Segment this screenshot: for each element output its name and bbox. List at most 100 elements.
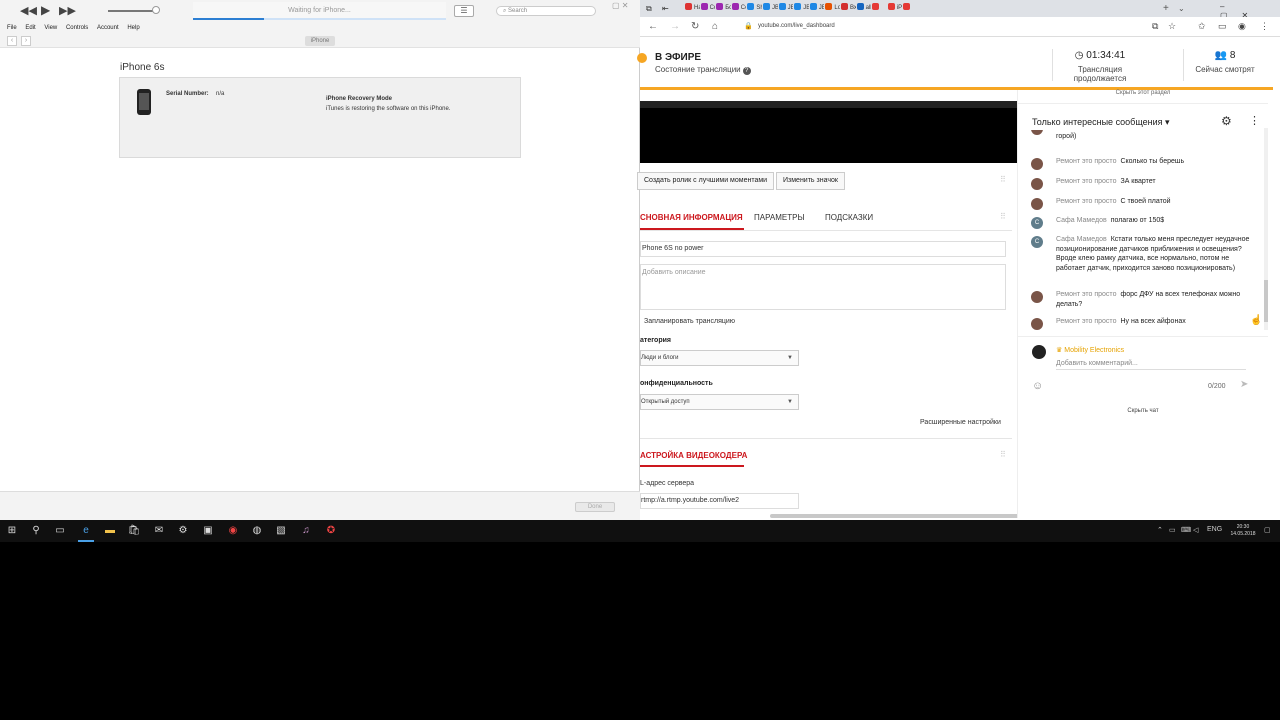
chat-author[interactable]: Ремонт это просто [1056, 178, 1116, 185]
volume-knob[interactable] [152, 6, 160, 14]
menu-file[interactable]: File [7, 25, 17, 31]
chat-author[interactable]: Ремонт это просто [1056, 318, 1116, 325]
tab-parameters[interactable]: ПАРАМЕТРЫ [754, 213, 805, 222]
privacy-select[interactable]: Открытый доступ ▼ [640, 394, 799, 410]
hide-chat-link[interactable]: Скрыть чат [1018, 408, 1268, 414]
forward-icon[interactable]: → [670, 21, 680, 32]
search-input[interactable]: ⌕ Search [496, 6, 596, 16]
comment-input[interactable]: Добавить комментарий... [1056, 360, 1246, 370]
stream-preview[interactable] [640, 101, 1017, 163]
tab-basic-info[interactable]: СНОВНАЯ ИНФОРМАЦИЯ [640, 213, 743, 222]
back-icon[interactable]: ← [648, 21, 658, 32]
chat-author[interactable]: Сафа Мамедов [1056, 217, 1107, 224]
menu-help[interactable]: Help [127, 25, 139, 31]
store-icon[interactable]: 🛍 [127, 524, 141, 538]
file-explorer-icon[interactable]: ▬ [103, 524, 117, 538]
terminal-icon[interactable]: ▣ [201, 524, 215, 538]
bookmark-star-icon[interactable]: ☆ [1168, 21, 1176, 32]
back-icon[interactable]: ‹ [7, 36, 17, 46]
menu-account[interactable]: Account [97, 25, 119, 31]
description-input[interactable]: Добавить описание [640, 264, 1006, 310]
browser-tab[interactable]: iPhc [887, 2, 902, 15]
tray-expand-icon[interactable]: ⌃ [1157, 526, 1163, 534]
menu-view[interactable]: View [44, 25, 57, 31]
browser-tab[interactable]: Бос [716, 2, 731, 15]
tab-hints[interactable]: ПОДСКАЗКИ [825, 213, 873, 222]
menu-edit[interactable]: Edit [25, 25, 35, 31]
extension-icon[interactable]: ✩ [1198, 21, 1206, 32]
menu-icon[interactable]: ⋮ [1260, 21, 1269, 32]
cast-icon[interactable]: ▭ [1218, 21, 1227, 32]
itunes-icon[interactable]: ♫ [299, 524, 313, 538]
browser-tab[interactable]: JBC [763, 2, 778, 15]
chat-author[interactable]: Ремонт это просто [1056, 291, 1116, 298]
category-select[interactable]: Люди и блоги ▼ [640, 350, 799, 366]
browser-tab[interactable]: Вхо [841, 2, 856, 15]
browser-tab[interactable] [872, 2, 887, 15]
chat-scrollbar[interactable] [1264, 128, 1268, 330]
play-button[interactable]: ▶ [41, 3, 50, 17]
chat-filter-dropdown[interactable]: Только интересные сообщения ▾ [1032, 117, 1170, 128]
server-url-input[interactable]: rtmp://a.rtmp.youtube.com/live2 [640, 493, 799, 509]
home-icon[interactable]: ⌂ [712, 21, 718, 32]
browser-tab[interactable]: Sho [747, 2, 762, 15]
new-tab-button[interactable]: + [1163, 3, 1169, 14]
profile-icon[interactable]: ◉ [1238, 21, 1246, 32]
chrome-icon[interactable]: ◉ [226, 524, 240, 538]
change-icon-button[interactable]: Изменить значок [776, 172, 845, 190]
gear-icon[interactable]: ⚙ [1221, 114, 1232, 128]
window-controls[interactable]: ▢ ✕ [612, 1, 628, 10]
clock[interactable]: 20:30 14.05.2018 [1228, 524, 1258, 538]
schedule-label[interactable]: Запланировать трансляцию [644, 318, 735, 325]
mail-icon[interactable]: ✉ [152, 524, 166, 538]
edge-icon[interactable]: e [79, 524, 93, 538]
chat-author[interactable]: Ремонт это просто [1056, 198, 1116, 205]
tab-search-icon[interactable]: ⧉ [646, 2, 652, 15]
search-icon[interactable]: ⚲ [29, 524, 43, 538]
windows-start-icon[interactable]: ⊞ [5, 524, 19, 538]
browser-tab[interactable]: Logi [825, 2, 840, 15]
emoji-icon[interactable]: ☺ [1032, 380, 1043, 392]
drag-handle-icon[interactable]: ⠿ [1000, 212, 1006, 221]
browser-tab[interactable]: JBC [794, 2, 809, 15]
menu-controls[interactable]: Controls [66, 25, 88, 31]
network-icon[interactable]: ⌨ [1181, 526, 1191, 534]
install-icon[interactable]: ⧉ [1152, 21, 1158, 32]
browser-tab[interactable]: Соб [700, 2, 715, 15]
stream-title-input[interactable]: Phone 6S no power [640, 241, 1006, 257]
list-icon[interactable]: ☰ [454, 5, 474, 17]
send-icon[interactable]: ➤ [1240, 379, 1248, 390]
help-icon[interactable]: ? [742, 67, 751, 75]
browser-tab[interactable]: JBC [809, 2, 824, 15]
chat-author[interactable]: Сафа Мамедов [1056, 236, 1107, 243]
advanced-settings-link[interactable]: Расширенные настройки [920, 419, 1001, 426]
network-app-icon[interactable]: ⚙ [176, 524, 190, 538]
horizontal-scrollbar[interactable] [770, 514, 1020, 518]
create-clip-button[interactable]: Создать ролик с лучшими моментами [637, 172, 775, 190]
browser-tab[interactable]: JBC [778, 2, 793, 15]
chat-author[interactable]: Ремонт это просто [1056, 158, 1116, 165]
hide-section-link[interactable]: Скрыть этот раздел [1018, 90, 1268, 96]
device-button[interactable]: iPhone [305, 36, 335, 46]
done-button[interactable]: Done [575, 502, 615, 512]
volume-slider[interactable] [108, 10, 156, 12]
forward-icon[interactable]: › [21, 36, 31, 46]
encoder-section-title[interactable]: АСТРОЙКА ВИДЕОКОДЕРА [640, 451, 747, 460]
browser-tab[interactable] [903, 2, 918, 15]
forward-button[interactable]: ▶▶ [59, 4, 76, 17]
tab-back-icon[interactable]: ⇤ [662, 2, 669, 15]
reload-icon[interactable]: ↻ [691, 21, 699, 32]
drag-handle-icon[interactable]: ⠿ [1000, 450, 1006, 459]
language-indicator[interactable]: ENG [1207, 526, 1222, 533]
more-options-icon[interactable]: ⋮ [1249, 114, 1260, 127]
url-field[interactable]: youtube.com/live_dashboard [758, 23, 835, 29]
task-view-icon[interactable]: ▭ [53, 524, 67, 538]
pinned-app-icon[interactable]: ✪ [324, 524, 338, 538]
browser-tab[interactable]: Соб [731, 2, 746, 15]
drag-handle-icon[interactable]: ⠿ [1000, 175, 1006, 184]
rewind-button[interactable]: ◀◀ [20, 4, 37, 17]
app-icon[interactable]: ◍ [250, 524, 264, 538]
browser-tab[interactable]: Hax [685, 2, 700, 15]
battery-icon[interactable]: ▭ [1169, 526, 1176, 534]
notifications-icon[interactable]: ▢ [1264, 526, 1271, 534]
